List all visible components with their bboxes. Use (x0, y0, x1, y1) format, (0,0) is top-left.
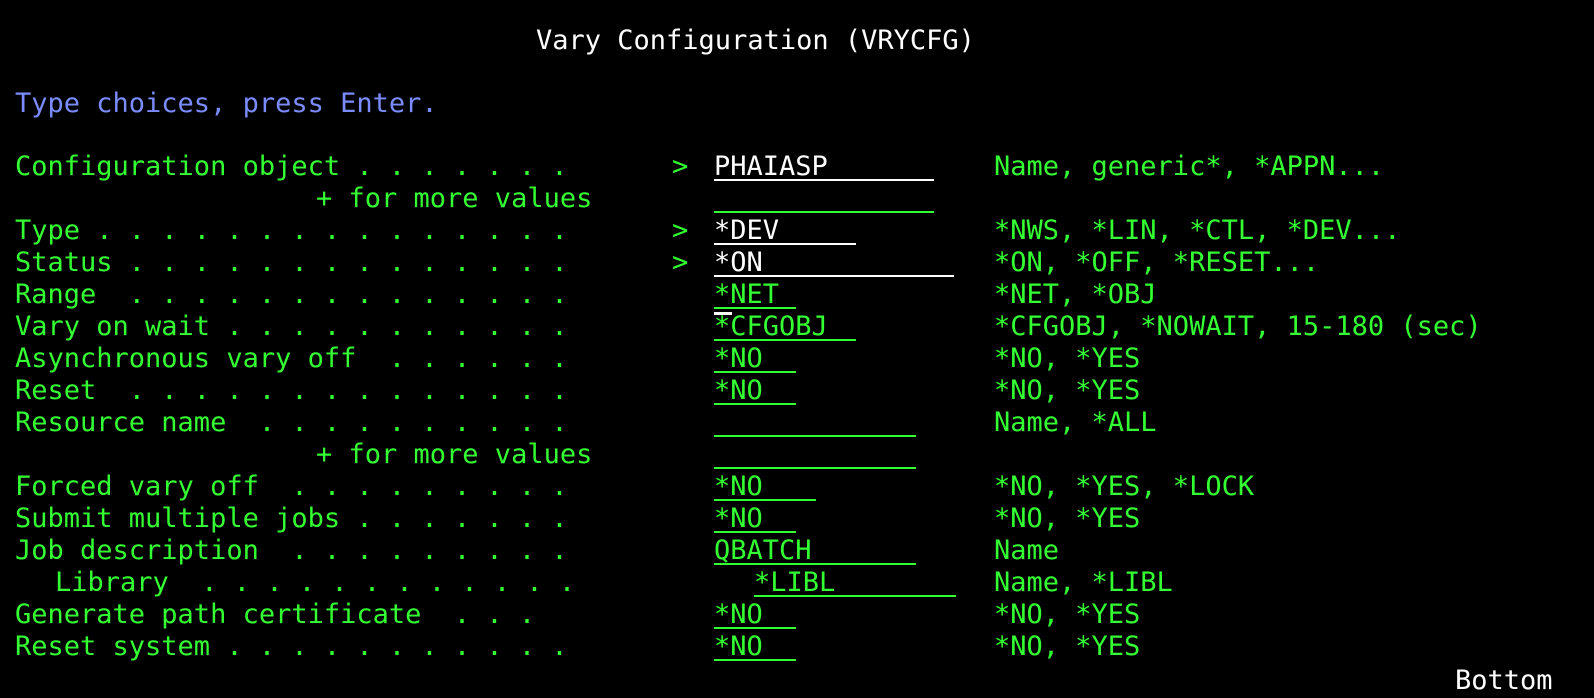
vary-on-wait-label: Vary on wait . . . . . . . . . . . (15, 311, 568, 342)
row-configuration-object: Configuration object . . . . . . . > PHA… (0, 151, 1594, 183)
configuration-object-more-label: + for more values (316, 183, 593, 214)
configuration-object-more-field[interactable] (714, 183, 934, 213)
reset-field[interactable]: *NO (714, 375, 796, 406)
screen-title: Vary Configuration (VRYCFG) (536, 25, 975, 56)
resource-name-hint: Name, *ALL (994, 407, 1157, 438)
row-configuration-object-more: + for more values (0, 183, 1594, 215)
row-reset-system: Reset system . . . . . . . . . . . *NO *… (0, 631, 1594, 663)
reset-system-hint: *NO, *YES (994, 631, 1141, 662)
job-description-hint: Name (994, 535, 1060, 566)
vary-on-wait-field[interactable]: *CFGOBJ (714, 311, 856, 342)
library-hint: Name, *LIBL (994, 567, 1173, 598)
range-label: Range . . . . . . . . . . . . . . (15, 279, 568, 310)
type-field[interactable]: *DEV (714, 215, 856, 246)
resource-name-more-label: + for more values (316, 439, 593, 470)
generate-path-certificate-field[interactable]: *NO (714, 599, 796, 630)
bottom-indicator: Bottom (1455, 665, 1553, 696)
status-hint: *ON, *OFF, *RESET... (994, 247, 1320, 278)
submit-multiple-jobs-hint: *NO, *YES (994, 503, 1141, 534)
asynchronous-vary-off-hint: *NO, *YES (994, 343, 1141, 374)
job-description-label: Job description . . . . . . . . . (15, 535, 568, 566)
row-range: Range . . . . . . . . . . . . . . *NET *… (0, 279, 1594, 311)
resource-name-field[interactable] (714, 407, 916, 437)
row-reset: Reset . . . . . . . . . . . . . . *NO *N… (0, 375, 1594, 407)
row-vary-on-wait: Vary on wait . . . . . . . . . . . *CFGO… (0, 311, 1594, 343)
generate-path-certificate-label: Generate path certificate . . . (15, 599, 536, 630)
type-hint: *NWS, *LIN, *CTL, *DEV... (994, 215, 1401, 246)
row-type: Type . . . . . . . . . . . . . . . > *DE… (0, 215, 1594, 247)
reset-label: Reset . . . . . . . . . . . . . . (15, 375, 568, 406)
forced-vary-off-hint: *NO, *YES, *LOCK (994, 471, 1255, 502)
range-hint: *NET, *OBJ (994, 279, 1157, 310)
library-label: Library . . . . . . . . . . . . (55, 567, 576, 598)
asynchronous-vary-off-field[interactable]: *NO (714, 343, 796, 374)
reset-hint: *NO, *YES (994, 375, 1141, 406)
configuration-object-field[interactable]: PHAIASP (714, 151, 934, 182)
job-description-field[interactable]: QBATCH (714, 535, 916, 566)
library-field[interactable]: *LIBL (754, 567, 956, 598)
row-forced-vary-off: Forced vary off . . . . . . . . . *NO *N… (0, 471, 1594, 503)
instructions-text: Type choices, press Enter. (15, 88, 438, 119)
submit-multiple-jobs-field[interactable]: *NO (714, 503, 796, 534)
reset-system-field[interactable]: *NO (714, 631, 796, 662)
row-asynchronous-vary-off: Asynchronous vary off . . . . . . *NO *N… (0, 343, 1594, 375)
submit-multiple-jobs-label: Submit multiple jobs . . . . . . . (15, 503, 568, 534)
row-resource-name: Resource name . . . . . . . . . . Name, … (0, 407, 1594, 439)
reset-system-label: Reset system . . . . . . . . . . . (15, 631, 568, 662)
type-arrow: > (672, 215, 689, 246)
row-job-description: Job description . . . . . . . . . QBATCH… (0, 535, 1594, 567)
row-resource-name-more: + for more values (0, 439, 1594, 471)
row-library: Library . . . . . . . . . . . . *LIBL Na… (0, 567, 1594, 599)
status-field[interactable]: *ON (714, 247, 954, 278)
resource-name-more-field[interactable] (714, 439, 916, 469)
range-field[interactable]: *NET (714, 279, 796, 310)
configuration-object-label: Configuration object . . . . . . . (15, 151, 568, 182)
terminal-screen: Vary Configuration (VRYCFG) Type choices… (0, 0, 1594, 698)
resource-name-label: Resource name . . . . . . . . . . (15, 407, 568, 438)
row-status: Status . . . . . . . . . . . . . . > *ON… (0, 247, 1594, 279)
status-label: Status . . . . . . . . . . . . . . (15, 247, 568, 278)
row-generate-path-certificate: Generate path certificate . . . *NO *NO,… (0, 599, 1594, 631)
text-cursor (714, 312, 732, 315)
forced-vary-off-label: Forced vary off . . . . . . . . . (15, 471, 568, 502)
configuration-object-arrow: > (672, 151, 689, 182)
forced-vary-off-field[interactable]: *NO (714, 471, 816, 502)
type-label: Type . . . . . . . . . . . . . . . (15, 215, 568, 246)
asynchronous-vary-off-label: Asynchronous vary off . . . . . . (15, 343, 568, 374)
vary-on-wait-hint: *CFGOBJ, *NOWAIT, 15-180 (sec) (994, 311, 1482, 342)
row-submit-multiple-jobs: Submit multiple jobs . . . . . . . *NO *… (0, 503, 1594, 535)
status-arrow: > (672, 247, 689, 278)
generate-path-certificate-hint: *NO, *YES (994, 599, 1141, 630)
configuration-object-hint: Name, generic*, *APPN... (994, 151, 1385, 182)
